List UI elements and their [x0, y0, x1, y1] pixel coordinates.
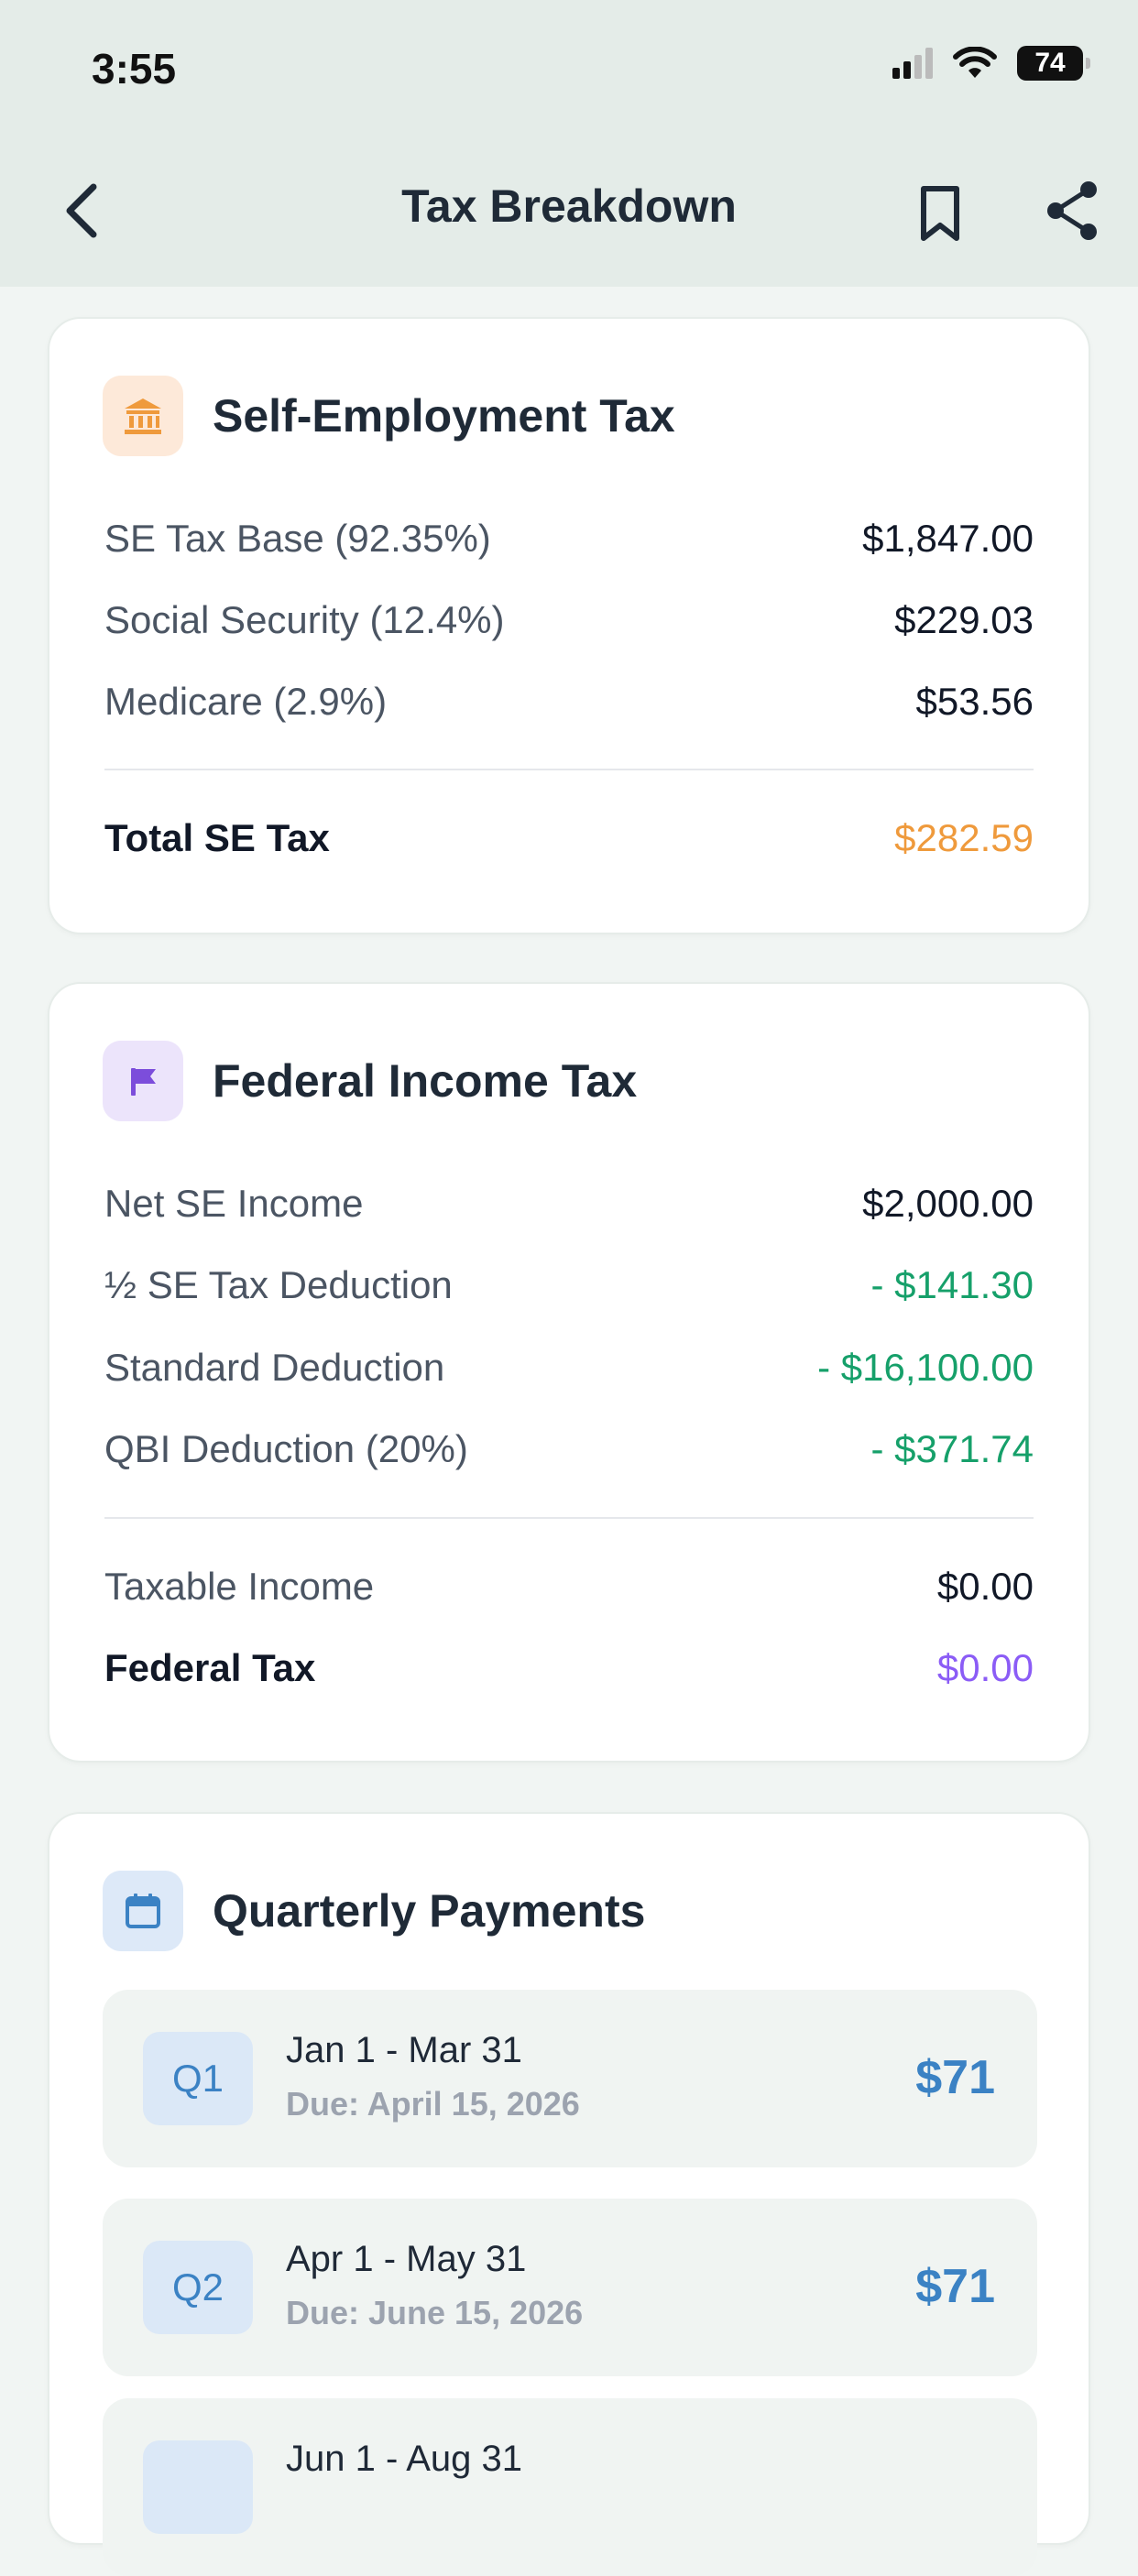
- se-row-value: $229.03: [894, 598, 1034, 641]
- quarterly-title: Quarterly Payments: [213, 1885, 646, 1937]
- federal-tax-value: $0.00: [936, 1646, 1034, 1689]
- federal-row-value: - $141.30: [870, 1263, 1034, 1306]
- status-time: 3:55: [92, 45, 177, 93]
- federal-row-tax: Federal Tax $0.00: [104, 1641, 1034, 1696]
- se-tax-title: Self-Employment Tax: [213, 390, 675, 442]
- share-icon[interactable]: [1043, 179, 1101, 243]
- quarter-amount: $71: [915, 2051, 995, 2104]
- quarter-row-q2[interactable]: Q2 Apr 1 - May 31 Due: June 15, 2026 $71: [103, 2199, 1037, 2376]
- se-row-label: SE Tax Base (92.35%): [104, 517, 491, 560]
- federal-tax-header: Federal Income Tax: [103, 1041, 637, 1121]
- quarter-dates: Jun 1 - Aug 31: [286, 2439, 522, 2479]
- federal-tax-title: Federal Income Tax: [213, 1055, 638, 1107]
- federal-row-net-income: Net SE Income $2,000.00: [104, 1176, 1034, 1231]
- taxable-income-value: $0.00: [936, 1565, 1034, 1608]
- calendar-icon: [103, 1871, 183, 1951]
- federal-row-standard-deduction: Standard Deduction - $16,100.00: [104, 1340, 1034, 1395]
- battery-indicator: 74: [1017, 46, 1090, 81]
- bank-icon: [103, 376, 183, 456]
- se-row-label: Social Security (12.4%): [104, 598, 505, 641]
- federal-row-value: - $371.74: [870, 1427, 1034, 1470]
- quarter-amount: $71: [915, 2260, 995, 2313]
- federal-row-qbi: QBI Deduction (20%) - $371.74: [104, 1422, 1034, 1477]
- nav-bar: Tax Breakdown: [0, 137, 1138, 287]
- quarterly-payments-card: Quarterly Payments Q1 Jan 1 - Mar 31 Due…: [48, 1812, 1090, 2576]
- federal-tax-label: Federal Tax: [104, 1646, 316, 1689]
- se-total-label: Total SE Tax: [104, 816, 330, 859]
- quarter-badge: [143, 2440, 253, 2534]
- federal-row-se-deduction: ½ SE Tax Deduction - $141.30: [104, 1258, 1034, 1313]
- federal-row-label: Net SE Income: [104, 1182, 364, 1225]
- se-row-total: Total SE Tax $282.59: [104, 811, 1034, 866]
- bookmark-icon[interactable]: [913, 181, 968, 246]
- quarter-dates: Apr 1 - May 31: [286, 2239, 527, 2279]
- quarter-due-date: Due: June 15, 2026: [286, 2294, 584, 2331]
- federal-row-value: - $16,100.00: [817, 1346, 1034, 1389]
- se-row-value: $53.56: [915, 680, 1034, 723]
- se-row-medicare: Medicare (2.9%) $53.56: [104, 674, 1034, 729]
- status-icons: 74: [892, 46, 1090, 81]
- signal-icon: [892, 48, 933, 79]
- se-tax-card: Self-Employment Tax SE Tax Base (92.35%)…: [48, 317, 1090, 934]
- quarter-dates: Jan 1 - Mar 31: [286, 2030, 522, 2070]
- quarterly-header: Quarterly Payments: [103, 1871, 645, 1951]
- se-row-social-security: Social Security (12.4%) $229.03: [104, 593, 1034, 648]
- federal-row-label: QBI Deduction (20%): [104, 1427, 468, 1470]
- quarter-badge: Q2: [143, 2241, 253, 2334]
- se-row-base: SE Tax Base (92.35%) $1,847.00: [104, 511, 1034, 566]
- quarter-row-q3[interactable]: Jun 1 - Aug 31: [103, 2398, 1037, 2576]
- federal-row-value: $2,000.00: [862, 1182, 1034, 1225]
- taxable-income-label: Taxable Income: [104, 1565, 375, 1608]
- quarter-due-date: Due: April 15, 2026: [286, 2085, 580, 2123]
- se-row-label: Medicare (2.9%): [104, 680, 388, 723]
- divider: [104, 1517, 1034, 1519]
- se-total-value: $282.59: [894, 816, 1034, 859]
- federal-row-label: Standard Deduction: [104, 1346, 445, 1389]
- federal-row-taxable: Taxable Income $0.00: [104, 1559, 1034, 1614]
- wifi-icon: [953, 47, 997, 78]
- quarter-row-q1[interactable]: Q1 Jan 1 - Mar 31 Due: April 15, 2026 $7…: [103, 1990, 1037, 2167]
- divider: [104, 769, 1034, 770]
- federal-tax-card: Federal Income Tax Net SE Income $2,000.…: [48, 982, 1090, 1763]
- se-row-value: $1,847.00: [862, 517, 1034, 560]
- quarter-badge: Q1: [143, 2032, 253, 2125]
- se-tax-header: Self-Employment Tax: [103, 376, 675, 456]
- federal-row-label: ½ SE Tax Deduction: [104, 1263, 453, 1306]
- flag-icon: [103, 1041, 183, 1121]
- status-bar: 3:55 74: [0, 0, 1138, 137]
